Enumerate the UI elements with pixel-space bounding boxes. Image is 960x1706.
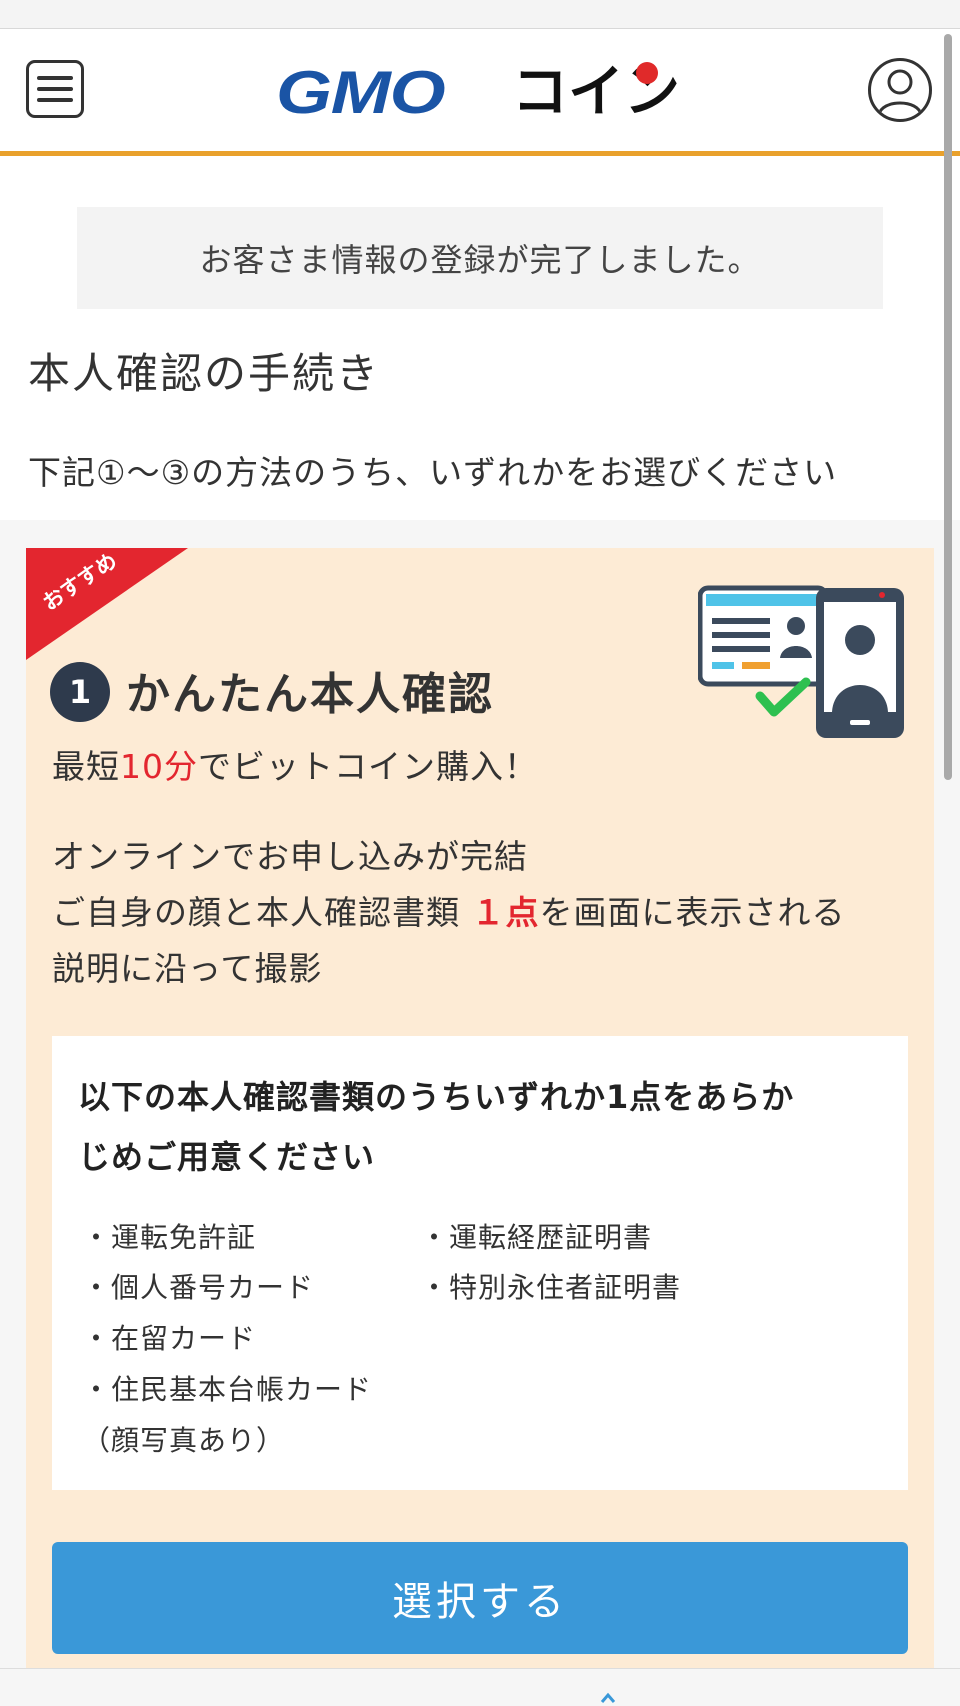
document-item: ・在留カード <box>82 1322 257 1355</box>
document-item: ・個人番号カード <box>82 1271 315 1304</box>
chevron-up-icon[interactable] <box>600 1690 616 1706</box>
logo-gmo-text: GMO <box>276 59 446 126</box>
description-line-3: 説明に沿って撮影 <box>52 949 323 988</box>
documents-heading-line-2: じめご用意ください <box>78 1138 376 1176</box>
document-item: ・特別永住者証明書 <box>420 1271 682 1304</box>
document-item-note: （顔写真あり） <box>82 1424 286 1457</box>
id-card-smartphone-verification-icon <box>698 585 904 738</box>
promo-line: 最短10分でビットコイン購入！ <box>52 740 538 788</box>
promo-text-tail: でビットコイン購入！ <box>198 747 538 786</box>
option-title: かんたん本人確認 <box>126 669 494 720</box>
promo-text: 最短 <box>52 747 120 786</box>
logo-red-dot <box>636 62 658 84</box>
scrollbar[interactable] <box>944 34 952 780</box>
user-account-icon <box>877 69 923 116</box>
documents-heading-line-1: 以下の本人確認書類のうちいずれか1点をあらか <box>78 1078 795 1116</box>
description-line-1: オンラインでお申し込みが完結 <box>52 837 528 876</box>
description-line-2: ご自身の顔と本人確認書類 １点を画面に表示される <box>52 886 846 934</box>
description-highlight: １点 <box>471 893 540 932</box>
registration-complete-notice: お客さま情報の登録が完了しました。 <box>77 207 883 309</box>
gmo-coin-logo[interactable]: GMO コイン <box>276 58 686 128</box>
select-button[interactable]: 選択する <box>52 1542 908 1654</box>
document-item: ・住民基本台帳カード <box>82 1373 373 1406</box>
promo-highlight: 10分 <box>120 747 198 786</box>
account-button[interactable] <box>868 58 932 122</box>
hamburger-menu-icon-bar <box>37 98 73 102</box>
option-card-easy-verification: おすすめ 1 かんたん本人確認 最短10分でビットコイン購入！ オンラインでお申… <box>26 548 934 1706</box>
menu-button[interactable] <box>26 60 84 118</box>
step-number-badge: 1 <box>50 662 110 722</box>
hamburger-menu-icon-bar <box>37 87 73 91</box>
hamburger-menu-icon <box>37 76 73 80</box>
browser-top-strip <box>0 0 960 29</box>
document-item: ・運転経歴証明書 <box>420 1221 653 1254</box>
page: GMO コイン お客さま情報の登録が完了しました。 本人確認の手続き 下記①〜③… <box>0 0 960 1706</box>
document-item: ・運転免許証 <box>82 1221 257 1254</box>
description-text: ご自身の顔と本人確認書類 <box>52 893 460 932</box>
instruction-text: 下記①〜③の方法のうち、いずれかをお選びください <box>28 453 838 492</box>
browser-bottom-bar <box>0 1668 960 1706</box>
required-documents-box: 以下の本人確認書類のうちいずれか1点をあらか じめご用意ください ・運転免許証 … <box>52 1036 908 1490</box>
page-title: 本人確認の手続き <box>28 349 381 398</box>
description-text-tail: を画面に表示される <box>539 893 846 932</box>
